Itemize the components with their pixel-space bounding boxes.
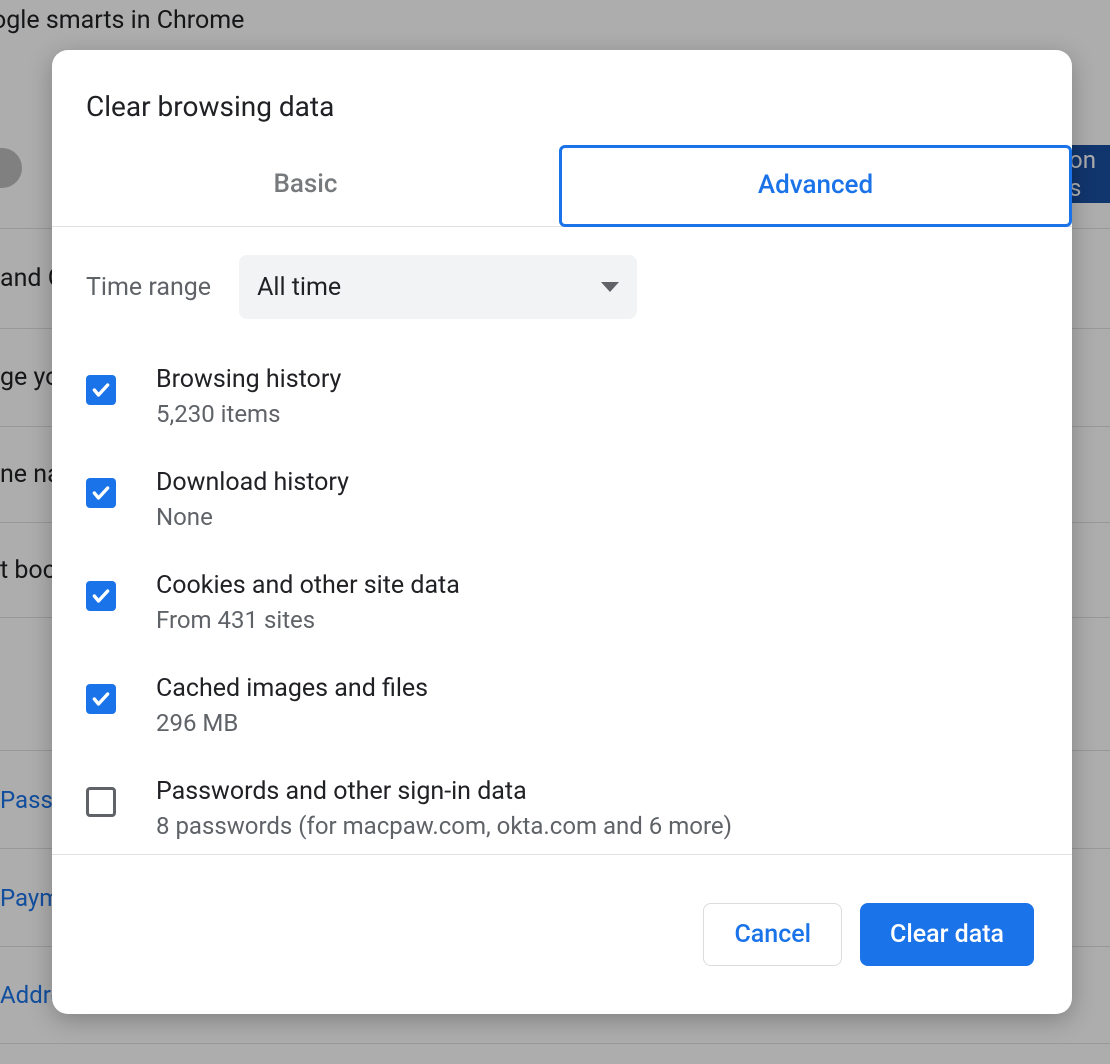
dialog-content: Time range All time Browsing history 5,23…	[52, 227, 1072, 854]
item-text: Passwords and other sign-in data 8 passwo…	[156, 777, 732, 840]
time-range-row: Time range All time	[86, 255, 1038, 319]
checkbox[interactable]	[86, 581, 116, 611]
checkbox[interactable]	[86, 684, 116, 714]
time-range-value: All time	[257, 273, 341, 302]
item-subtitle: 296 MB	[156, 709, 428, 737]
time-range-select[interactable]: All time	[239, 255, 637, 319]
item-text: Download history None	[156, 468, 349, 531]
tab-basic[interactable]: Basic	[52, 147, 559, 226]
chevron-down-icon	[601, 282, 619, 292]
list-item: Cookies and other site data From 431 site…	[86, 571, 1038, 634]
clear-data-button[interactable]: Clear data	[860, 903, 1034, 966]
item-title: Cookies and other site data	[156, 571, 460, 600]
checkbox[interactable]	[86, 787, 116, 817]
item-title: Cached images and files	[156, 674, 428, 703]
list-item: Download history None	[86, 468, 1038, 531]
item-text: Cached images and files 296 MB	[156, 674, 428, 737]
tab-advanced[interactable]: Advanced	[559, 145, 1072, 227]
clear-browsing-data-dialog: Clear browsing data Basic Advanced Time …	[52, 50, 1072, 1014]
list-item: Passwords and other sign-in data 8 passwo…	[86, 777, 1038, 840]
tabs: Basic Advanced	[52, 147, 1072, 227]
item-title: Download history	[156, 468, 349, 497]
dialog-footer: Cancel Clear data	[52, 854, 1072, 1014]
item-subtitle: 5,230 items	[156, 400, 341, 428]
cancel-button[interactable]: Cancel	[703, 903, 842, 966]
dialog-title: Clear browsing data	[52, 50, 1072, 147]
checkbox[interactable]	[86, 375, 116, 405]
item-title: Passwords and other sign-in data	[156, 777, 732, 806]
checkbox[interactable]	[86, 478, 116, 508]
item-text: Cookies and other site data From 431 site…	[156, 571, 460, 634]
item-subtitle: From 431 sites	[156, 606, 460, 634]
item-subtitle: None	[156, 503, 349, 531]
item-subtitle: 8 passwords (for macpaw.com, okta.com an…	[156, 812, 732, 840]
time-range-label: Time range	[86, 273, 211, 302]
list-item: Cached images and files 296 MB	[86, 674, 1038, 737]
list-item: Browsing history 5,230 items	[86, 365, 1038, 428]
item-title: Browsing history	[156, 365, 341, 394]
item-text: Browsing history 5,230 items	[156, 365, 341, 428]
